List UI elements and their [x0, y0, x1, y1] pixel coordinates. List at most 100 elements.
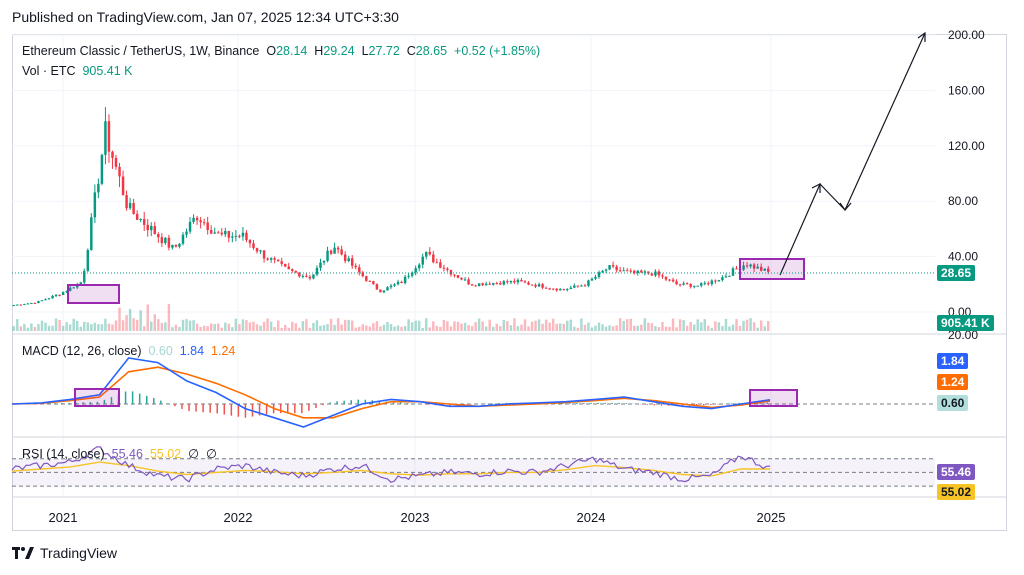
volume-bar [308, 327, 312, 331]
macd-signal-value: 1.24 [211, 344, 236, 358]
candle-body [685, 283, 689, 285]
candle-body [435, 262, 439, 264]
time-axis[interactable]: 2021 2022 2023 2024 2025 [49, 510, 786, 525]
volume-bar [534, 320, 537, 331]
volume-bar [477, 318, 481, 331]
candle-body [463, 279, 467, 281]
volume-bar [601, 324, 604, 331]
macd-legend[interactable]: MACD (12, 26, close) 0.60 1.84 1.24 [22, 344, 235, 358]
candle-body [499, 283, 502, 285]
candle-body [703, 283, 707, 285]
volume-bars [12, 303, 770, 331]
candle-body [534, 284, 537, 287]
candle-body [153, 226, 157, 235]
highlight-box-2021[interactable] [67, 284, 120, 304]
candle-body [544, 287, 548, 289]
macd-histogram-bar [54, 403, 56, 404]
volume-bar [449, 326, 453, 331]
candle-body [146, 224, 149, 231]
macd-highlight-box-2021[interactable] [74, 388, 120, 407]
chart-canvas[interactable]: 0.0040.0080.00120.00160.00200.0020.00 20… [0, 0, 1024, 575]
volume-bar [104, 318, 107, 331]
volume-bar [107, 323, 111, 331]
candle-body [54, 294, 58, 296]
price-axis[interactable]: 0.0040.0080.00120.00160.00200.0020.00 [948, 28, 985, 342]
volume-bar [97, 324, 100, 331]
candle-body [643, 271, 647, 273]
volume-bar [227, 323, 231, 331]
candle-body [167, 237, 171, 248]
volume-bar [721, 326, 724, 331]
tradingview-logo[interactable]: TradingView [12, 545, 117, 561]
candle-body [650, 273, 654, 276]
volume-bar [562, 323, 565, 331]
volume-bar [181, 319, 185, 331]
candle-body [336, 247, 340, 250]
volume-bar [185, 319, 188, 331]
macd-histogram-bar [188, 404, 190, 412]
rsi-extra-2: ∅ [205, 447, 217, 461]
volume-bar [195, 323, 199, 331]
volume-bar [668, 326, 671, 331]
candle-body [12, 305, 15, 307]
candle-body [735, 268, 738, 270]
volume-bar [30, 323, 33, 331]
candle-body [375, 284, 379, 290]
macd-label: MACD (12, 26, close) [22, 344, 142, 358]
volume-legend[interactable]: Vol · ETC 905.41 K [22, 64, 133, 78]
rsi-label: RSI (14, close) [22, 447, 105, 461]
volume-bar [558, 323, 562, 331]
candle-body [481, 283, 484, 286]
candle-body [509, 280, 513, 283]
volume-bar [717, 322, 721, 331]
candle-body [37, 301, 40, 304]
main-legend[interactable]: Ethereum Classic / TetherUS, 1W, Binance… [22, 44, 540, 58]
candle-body [611, 265, 615, 267]
candle-body [33, 302, 37, 304]
candle-body [139, 218, 142, 220]
volume-bar [417, 320, 421, 331]
macd-highlight-box-2024[interactable] [749, 389, 798, 407]
low-value: 27.72 [368, 44, 400, 58]
volume-bar [728, 326, 731, 331]
candle-body [696, 285, 699, 287]
candle-body [407, 275, 410, 277]
volume-bar [460, 323, 463, 331]
projection-path[interactable] [779, 32, 926, 276]
candle-body [506, 281, 509, 283]
candle-body [188, 221, 192, 232]
volume-bar [224, 322, 227, 331]
candle-body [724, 276, 728, 278]
highlight-box-2024[interactable] [739, 258, 805, 280]
volume-bar [608, 325, 611, 331]
macd-histogram-bar [357, 399, 360, 404]
candle-body [202, 222, 206, 224]
volume-bar [213, 324, 216, 331]
volume-bar [234, 318, 238, 331]
volume-badge: 905.41 K [937, 315, 994, 331]
macd-histogram-bar [124, 391, 127, 404]
volume-bar [33, 326, 37, 331]
volume-bar [118, 307, 121, 331]
change-value: +0.52 (+1.85%) [454, 44, 541, 58]
volume-bar [153, 314, 157, 331]
candle-body [625, 270, 629, 272]
volume-bar [573, 326, 576, 331]
volume-bar [255, 324, 259, 331]
candle-body [262, 250, 266, 259]
candle-body [125, 195, 128, 209]
macd-histogram-bar [153, 398, 155, 404]
volume-bar [266, 318, 269, 331]
volume-bar [664, 326, 668, 331]
candle-body [259, 250, 262, 252]
rsi-legend[interactable]: RSI (14, close) 55.46 55.02 ∅ ∅ [22, 446, 217, 461]
macd-histogram-bar [646, 404, 649, 405]
macd-histogram-bar [731, 403, 733, 404]
volume-bar [68, 324, 72, 331]
macd-histogram-bar [230, 404, 233, 416]
volume-bar [312, 322, 315, 331]
candle-body [594, 276, 597, 279]
candle-body [326, 250, 329, 261]
price-tick-label: 200.00 [948, 28, 985, 42]
macd-histogram-bar [653, 404, 656, 406]
